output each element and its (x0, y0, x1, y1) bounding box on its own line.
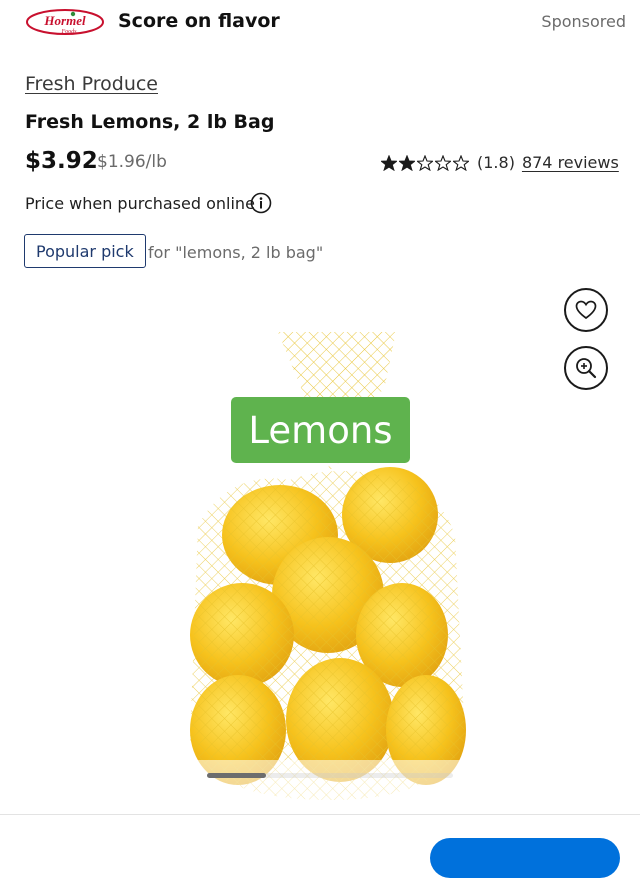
unit-price: $1.96/lb (97, 152, 167, 172)
rating-summary[interactable]: (1.8) 874 reviews (381, 153, 619, 172)
svg-text:Foods: Foods (61, 29, 78, 35)
badge-context: for "lemons, 2 lb bag" (148, 243, 324, 262)
sponsored-label: Sponsored (541, 12, 626, 31)
divider (0, 814, 640, 815)
sponsored-ad-banner[interactable]: Hormel Foods Score on flavor Sponsored (0, 0, 640, 46)
star-filled-icon (399, 154, 415, 171)
rating-stars (381, 154, 471, 171)
star-outline-icon (417, 154, 433, 171)
reviews-link[interactable]: 874 reviews (522, 153, 619, 172)
rating-value: (1.8) (477, 153, 515, 172)
star-outline-icon (435, 154, 451, 171)
image-watermark: @sweetheartsarah (466, 727, 589, 742)
svg-text:Hormel: Hormel (43, 13, 86, 28)
carousel-indicator (207, 773, 266, 778)
zoom-button[interactable] (564, 346, 608, 390)
product-title: Fresh Lemons, 2 lb Bag (25, 111, 275, 133)
ad-title[interactable]: Score on flavor (118, 10, 280, 32)
image-text-overlay: Lemons (231, 397, 410, 463)
popular-pick-badge: Popular pick (24, 234, 146, 268)
info-icon[interactable] (250, 192, 272, 214)
favorite-button[interactable] (564, 288, 608, 332)
hormel-logo: Hormel Foods (26, 9, 104, 35)
category-breadcrumb-link[interactable]: Fresh Produce (25, 73, 158, 95)
add-to-cart-button[interactable] (430, 838, 620, 878)
price-note: Price when purchased online (25, 194, 255, 213)
star-outline-icon (453, 154, 469, 171)
heart-icon (575, 300, 597, 320)
star-filled-icon (381, 154, 397, 171)
product-price: $3.92 (25, 148, 98, 174)
zoom-in-icon (576, 358, 597, 379)
